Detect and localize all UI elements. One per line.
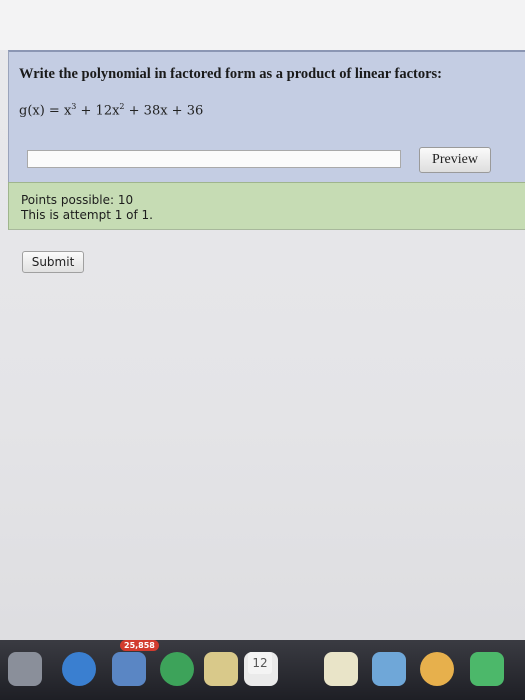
question-panel: Write the polynomial in factored form as… bbox=[8, 50, 525, 182]
messages-icon[interactable] bbox=[470, 652, 504, 686]
formula-rhs: + 38x + 36 bbox=[124, 103, 204, 119]
safari-icon[interactable] bbox=[62, 652, 96, 686]
points-possible: Points possible: 10 bbox=[21, 193, 134, 207]
page-top-area bbox=[0, 0, 525, 50]
submit-button[interactable]: Submit bbox=[22, 251, 84, 273]
question-prompt: Write the polynomial in factored form as… bbox=[19, 66, 442, 82]
calendar-day: 12 bbox=[248, 652, 272, 674]
formula-middle: + 12x bbox=[76, 103, 120, 119]
appstore-icon[interactable] bbox=[372, 652, 406, 686]
attempt-count: This is attempt 1 of 1. bbox=[21, 208, 153, 222]
notes-icon[interactable] bbox=[204, 652, 238, 686]
preview-button[interactable]: Preview bbox=[419, 147, 491, 173]
answer-input[interactable] bbox=[27, 150, 401, 168]
photos-icon[interactable] bbox=[420, 652, 454, 686]
launchpad-icon[interactable] bbox=[8, 652, 42, 686]
reminders-icon[interactable] bbox=[324, 652, 358, 686]
attempt-info-panel: Points possible: 10 This is attempt 1 of… bbox=[8, 182, 525, 230]
chrome-icon[interactable] bbox=[160, 652, 194, 686]
mail-icon[interactable] bbox=[112, 652, 146, 686]
mail-badge: 25,858 bbox=[120, 640, 159, 651]
polynomial-formula: g(x) = x3 + 12x2 + 38x + 36 bbox=[19, 102, 203, 118]
formula-lhs: g(x) = x bbox=[19, 103, 72, 119]
